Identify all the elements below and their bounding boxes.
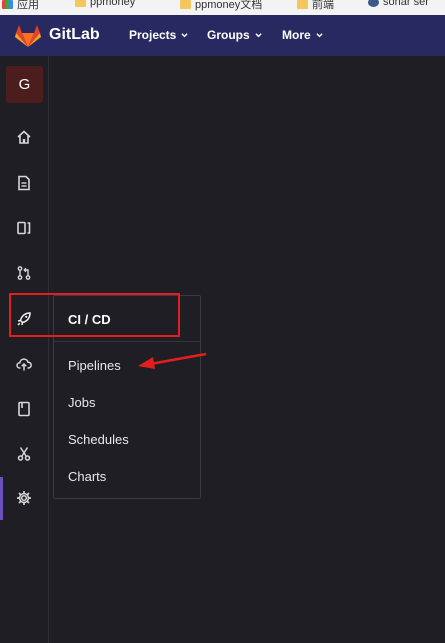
bookmark-frontend[interactable]: 前端	[297, 0, 334, 12]
book-icon	[18, 401, 30, 417]
gitlab-logo-icon[interactable]	[15, 24, 41, 48]
bookmark-ppmoney-docs[interactable]: ppmoney文档	[180, 0, 262, 12]
project-sidebar: G	[0, 56, 49, 643]
bookmark-apps[interactable]: 应用	[2, 0, 39, 12]
cloud-upload-icon	[16, 358, 32, 371]
sidebar-item-snippets[interactable]	[12, 442, 36, 466]
sidebar-item-issues[interactable]	[12, 216, 36, 240]
chevron-down-icon	[181, 32, 188, 37]
scissors-icon	[17, 447, 31, 461]
bookmark-sonar[interactable]: sonar ser	[368, 0, 429, 8]
flyout-item-charts[interactable]: Charts	[68, 469, 106, 484]
chevron-down-icon	[316, 32, 323, 37]
ci-cd-highlight-box	[9, 293, 180, 337]
bookmarks-bar: 应用 ppmoney ppmoney文档 前端 sonar ser	[0, 0, 445, 16]
red-arrow-annotation	[138, 352, 207, 369]
top-navbar: GitLab Projects Groups More	[0, 15, 445, 56]
project-avatar[interactable]: G	[6, 66, 43, 103]
flyout-divider	[54, 341, 200, 342]
groups-menu[interactable]: Groups	[207, 28, 262, 42]
folder-icon	[297, 0, 308, 9]
sidebar-item-wiki[interactable]	[12, 397, 36, 421]
sidebar-item-merge-requests[interactable]	[12, 261, 36, 285]
apps-grid-icon	[2, 0, 13, 9]
sidebar-item-settings[interactable]	[12, 486, 36, 510]
more-menu[interactable]: More	[282, 28, 323, 42]
document-icon	[18, 175, 30, 191]
active-indicator	[0, 477, 3, 520]
sonar-icon	[368, 0, 379, 7]
projects-menu[interactable]: Projects	[129, 28, 188, 42]
gear-icon	[17, 491, 31, 505]
issues-icon	[17, 221, 31, 235]
flyout-item-schedules[interactable]: Schedules	[68, 432, 129, 447]
bookmark-ppmoney[interactable]: ppmoney	[75, 0, 135, 8]
home-icon	[17, 130, 31, 144]
flyout-item-pipelines[interactable]: Pipelines	[68, 358, 121, 373]
merge-request-icon	[17, 266, 31, 280]
sidebar-item-overview[interactable]	[12, 125, 36, 149]
chevron-down-icon	[255, 32, 262, 37]
sidebar-item-operations[interactable]	[12, 352, 36, 376]
folder-icon	[75, 0, 86, 7]
flyout-item-jobs[interactable]: Jobs	[68, 395, 95, 410]
folder-icon	[180, 0, 191, 9]
brand-name[interactable]: GitLab	[49, 26, 100, 44]
sidebar-item-repository[interactable]	[12, 171, 36, 195]
